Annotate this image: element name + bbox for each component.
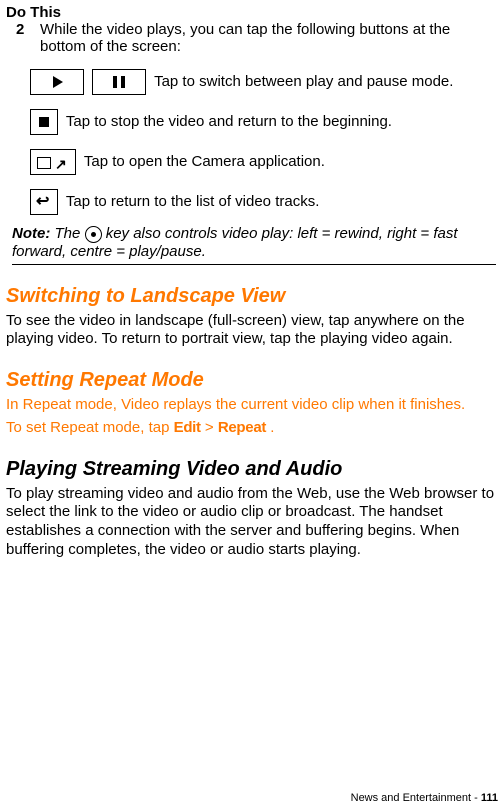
- step-number: 2: [16, 21, 30, 55]
- gt-sep: >: [205, 419, 218, 436]
- camera-row: ↗ Tap to open the Camera application.: [30, 149, 496, 175]
- repeat-set: To set Repeat mode, tap Edit > Repeat .: [6, 419, 496, 438]
- play-icon[interactable]: [30, 69, 84, 95]
- return-text: Tap to return to the list of video track…: [66, 193, 319, 210]
- repeat-intro: In Repeat mode, Video replays the curren…: [6, 396, 496, 415]
- heading-landscape: Switching to Landscape View: [6, 285, 496, 308]
- footer-text: News and Entertainment -: [351, 792, 481, 804]
- edit-label: Edit: [174, 419, 201, 436]
- pause-icon[interactable]: [92, 69, 146, 95]
- repeat-period: .: [270, 419, 274, 436]
- play-pause-row: Tap to switch between play and pause mod…: [30, 69, 496, 95]
- do-this-label: Do This: [6, 4, 90, 21]
- heading-streaming: Playing Streaming Video and Audio: [6, 458, 496, 481]
- camera-text: Tap to open the Camera application.: [84, 153, 325, 170]
- step-text: While the video plays, you can tap the f…: [40, 21, 496, 55]
- heading-repeat: Setting Repeat Mode: [6, 369, 496, 392]
- return-icon[interactable]: ↩: [30, 189, 58, 215]
- footer: News and Entertainment - 111: [351, 792, 498, 804]
- step-2: 2 While the video plays, you can tap the…: [16, 21, 496, 55]
- play-pause-text: Tap to switch between play and pause mod…: [154, 73, 453, 90]
- do-this-row: Do This: [6, 4, 496, 21]
- return-row: ↩ Tap to return to the list of video tra…: [30, 189, 496, 215]
- stop-text: Tap to stop the video and return to the …: [66, 113, 392, 130]
- camera-icon[interactable]: ↗: [30, 149, 76, 175]
- note-label: Note:: [12, 225, 50, 242]
- repeat-label: Repeat: [218, 419, 266, 436]
- streaming-body: To play streaming video and audio from t…: [6, 485, 496, 560]
- note: Note: The key also controls video play: …: [12, 225, 496, 265]
- stop-icon[interactable]: [30, 109, 58, 135]
- note-before: The: [55, 225, 85, 242]
- footer-page: 111: [481, 792, 498, 804]
- stop-row: Tap to stop the video and return to the …: [30, 109, 496, 135]
- nav-key-icon: [85, 226, 102, 243]
- repeat-set-prefix: To set Repeat mode, tap: [6, 419, 174, 436]
- landscape-body: To see the video in landscape (full-scre…: [6, 312, 496, 350]
